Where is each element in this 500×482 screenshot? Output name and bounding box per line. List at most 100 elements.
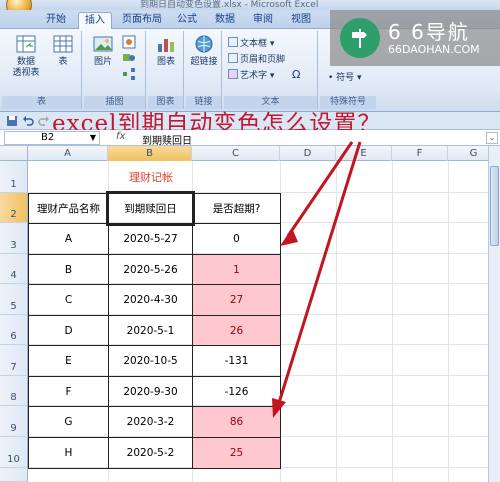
symbol-button[interactable]: • 符号 ▾: [328, 73, 362, 84]
smartart-icon[interactable]: [122, 67, 136, 81]
name-cell[interactable]: C: [28, 284, 109, 316]
object-button[interactable]: Ω: [292, 69, 300, 80]
name-cell[interactable]: A: [28, 223, 109, 255]
redo-icon[interactable]: [38, 115, 50, 127]
row-header-10[interactable]: 10: [0, 437, 28, 468]
date-cell[interactable]: 2020-5-2: [108, 437, 193, 469]
table-button[interactable]: 表: [48, 33, 78, 68]
sheet-grid: 1 2 3 4 5 6 7 8 9 10 理财记帐 理财产品名称 到期赎回日 是…: [0, 161, 500, 482]
group-links: 超链接 链接: [186, 31, 222, 109]
tab-review[interactable]: 审阅: [246, 12, 280, 29]
excel-window: 到期日自动变色设置.xlsx - Microsoft Excel 开始 插入 页…: [0, 0, 500, 482]
name-cell[interactable]: H: [28, 437, 109, 469]
group-tables: 数据 透视表 表 表: [2, 31, 82, 109]
row-header-11[interactable]: [0, 468, 28, 482]
tab-page-layout[interactable]: 页面布局: [116, 12, 168, 29]
row-header-7[interactable]: 7: [0, 345, 28, 376]
chart-icon: [158, 39, 174, 52]
header-overdue-cell[interactable]: 是否超期?: [192, 193, 281, 224]
header-footer-button[interactable]: 页眉和页脚: [228, 53, 285, 66]
header-footer-icon: [228, 53, 238, 63]
overdue-cell[interactable]: 0: [192, 223, 281, 255]
column-header-b[interactable]: B: [108, 146, 192, 161]
overdue-cell[interactable]: -126: [192, 376, 281, 407]
textbox-icon: [228, 37, 238, 47]
column-headers: A B C D E F G: [0, 146, 500, 161]
scrollbar-thumb[interactable]: [490, 166, 499, 246]
wordart-button[interactable]: 艺术字 ▾: [228, 69, 274, 82]
date-cell[interactable]: 2020-5-1: [108, 315, 193, 346]
row-header-5[interactable]: 5: [0, 284, 28, 315]
fx-icon[interactable]: fx: [116, 131, 125, 142]
name-cell[interactable]: F: [28, 376, 109, 407]
row-header-2[interactable]: 2: [0, 193, 28, 223]
watermark-logo: [340, 18, 380, 58]
overdue-cell-highlighted[interactable]: 1: [192, 254, 281, 285]
name-cell[interactable]: B: [28, 254, 109, 285]
date-cell[interactable]: 2020-5-27: [108, 223, 193, 255]
row-header-4[interactable]: 4: [0, 254, 28, 284]
name-box-dropdown-icon[interactable]: ▼: [90, 132, 96, 144]
date-cell[interactable]: 2020-3-2: [108, 406, 193, 438]
header-date-cell[interactable]: 到期赎回日: [106, 191, 195, 226]
tab-view[interactable]: 视图: [284, 12, 318, 29]
shapes-icon[interactable]: [122, 51, 136, 65]
sheet-title[interactable]: 理财记帐: [110, 169, 192, 185]
chart-button[interactable]: 图表: [150, 33, 182, 68]
hyperlink-button[interactable]: 超链接: [188, 33, 220, 68]
pivot-table-icon: [16, 35, 36, 53]
tab-data[interactable]: 数据: [208, 12, 242, 29]
row-header-6[interactable]: 6: [0, 315, 28, 345]
name-cell[interactable]: G: [28, 406, 109, 438]
overdue-cell-highlighted[interactable]: 26: [192, 315, 281, 346]
formula-bar: B2 ▼ fx 到期赎回日 ⌄: [0, 130, 500, 147]
date-cell[interactable]: 2020-10-5: [108, 345, 193, 377]
table-icon: [53, 35, 73, 53]
overdue-cell-highlighted[interactable]: 25: [192, 437, 281, 469]
formula-input[interactable]: 到期赎回日: [142, 132, 192, 147]
watermark-title: 6 6导航: [388, 20, 470, 44]
window-title: 到期日自动变色设置.xlsx - Microsoft Excel: [140, 0, 319, 10]
column-header-d[interactable]: D: [280, 146, 336, 161]
row-header-8[interactable]: 8: [0, 376, 28, 406]
row-header-9[interactable]: 9: [0, 406, 28, 437]
group-illustrations: 图片 插图: [84, 31, 146, 109]
globe-icon: [195, 35, 213, 53]
signpost-icon: [352, 29, 367, 48]
column-header-f[interactable]: F: [392, 146, 448, 161]
tab-formulas[interactable]: 公式: [172, 12, 202, 29]
date-cell[interactable]: 2020-4-30: [108, 284, 193, 316]
overdue-cell[interactable]: -131: [192, 345, 281, 377]
column-header-e[interactable]: E: [336, 146, 392, 161]
tab-insert[interactable]: 插入: [78, 12, 112, 29]
expand-formula-icon[interactable]: ⌄: [486, 132, 498, 144]
clipart-icon[interactable]: [122, 35, 136, 49]
name-box[interactable]: B2 ▼: [4, 131, 100, 145]
name-cell[interactable]: D: [28, 315, 109, 346]
overdue-cell-highlighted[interactable]: 27: [192, 284, 281, 316]
picture-button[interactable]: 图片: [88, 33, 118, 68]
vertical-scrollbar[interactable]: [488, 146, 500, 482]
textbox-button[interactable]: 文本框 ▾: [228, 37, 274, 50]
picture-icon: [93, 36, 113, 52]
undo-icon[interactable]: [22, 115, 34, 127]
title-bar: 到期日自动变色设置.xlsx - Microsoft Excel: [0, 0, 500, 18]
wordart-icon: [228, 69, 238, 79]
date-cell[interactable]: 2020-9-30: [108, 376, 193, 407]
group-text: 文本框 ▾ 页眉和页脚 艺术字 ▾ Ω 文本: [224, 31, 318, 109]
row-header-1[interactable]: 1: [0, 161, 28, 193]
name-cell[interactable]: E: [28, 345, 109, 377]
pivot-table-button[interactable]: 数据 透视表: [6, 33, 46, 79]
date-cell[interactable]: 2020-5-26: [108, 254, 193, 285]
select-all-corner[interactable]: [0, 146, 28, 161]
watermark-url: 66DAOHAN.COM: [388, 43, 480, 56]
overdue-cell-highlighted[interactable]: 86: [192, 406, 281, 438]
tab-home[interactable]: 开始: [38, 12, 74, 29]
row-header-3[interactable]: 3: [0, 223, 28, 254]
column-header-c[interactable]: C: [192, 146, 280, 161]
save-icon[interactable]: [6, 115, 18, 127]
site-watermark: 6 6导航 66DAOHAN.COM: [330, 10, 500, 66]
group-charts: 图表 图表: [148, 31, 184, 109]
header-name-cell[interactable]: 理财产品名称: [28, 193, 109, 224]
column-header-a[interactable]: A: [28, 146, 108, 161]
